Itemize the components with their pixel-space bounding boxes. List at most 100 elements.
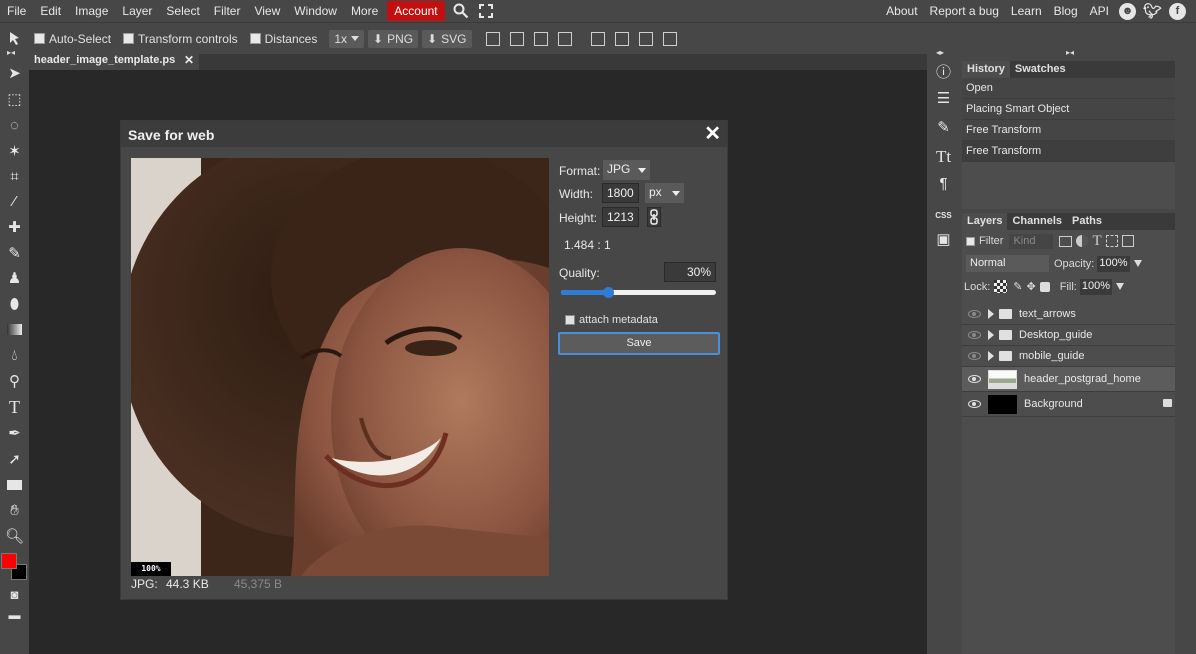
tab-paths[interactable]: Paths (1067, 213, 1107, 230)
filter-adjustment-icon[interactable] (1076, 235, 1089, 247)
align-middle-icon[interactable] (614, 31, 629, 46)
quality-input[interactable]: 30% (664, 262, 716, 282)
menu-window[interactable]: Window (287, 1, 344, 21)
layer-row-selected[interactable]: header_postgrad_home (962, 367, 1175, 392)
expand-arrow-icon[interactable] (988, 330, 994, 340)
visibility-icon[interactable] (968, 331, 981, 339)
menu-image[interactable]: Image (68, 1, 115, 21)
screen-mode-icon[interactable]: ▬ (5, 606, 24, 625)
lock-paint-icon[interactable]: ✎ (1013, 280, 1022, 293)
unit-select[interactable]: px (645, 183, 684, 203)
eyedropper-icon[interactable]: ⁄ (5, 192, 24, 211)
width-input[interactable]: 1800 (602, 183, 639, 203)
brush-tool-icon[interactable]: ✎ (5, 244, 24, 263)
menu-edit[interactable]: Edit (33, 1, 68, 21)
filter-shape-icon[interactable] (1105, 235, 1118, 247)
twitter-icon[interactable]: 🐦︎ (1143, 3, 1162, 20)
opacity-input[interactable]: 100% (1097, 255, 1130, 272)
export-png-button[interactable]: ⬇ PNG (368, 29, 419, 48)
menu-about[interactable]: About (880, 1, 923, 21)
link-dimensions-icon[interactable] (647, 207, 661, 227)
reddit-icon[interactable]: ☻ (1119, 2, 1136, 20)
marquee-tool-icon[interactable]: ⬚ (5, 90, 24, 109)
paragraph-icon[interactable]: ¶ (934, 174, 953, 193)
distribute-vertical-icon[interactable] (662, 31, 677, 46)
zoom-tool-icon[interactable]: 🔍︎ (5, 527, 24, 546)
magic-wand-icon[interactable]: ✶ (5, 142, 24, 161)
history-item[interactable]: Free Transform (962, 120, 1175, 141)
visibility-icon[interactable] (968, 375, 981, 383)
height-input[interactable]: 1213 (602, 207, 639, 227)
menu-layer[interactable]: Layer (115, 1, 159, 21)
adjustments-icon[interactable]: ☰ (934, 89, 953, 108)
history-item[interactable]: Placing Smart Object (962, 99, 1175, 120)
quality-slider-handle[interactable] (602, 287, 614, 298)
image-icon[interactable]: ▣ (934, 230, 953, 249)
menu-api[interactable]: API (1084, 1, 1115, 21)
align-left-icon[interactable] (485, 31, 500, 46)
menu-more[interactable]: More (344, 1, 385, 21)
align-right-icon[interactable] (533, 31, 548, 46)
distribute-horizontal-icon[interactable] (557, 31, 572, 46)
tab-swatches[interactable]: Swatches (1009, 61, 1071, 78)
expand-arrow-icon[interactable] (988, 351, 994, 361)
lasso-tool-icon[interactable]: ◌ (5, 116, 24, 135)
pen-tool-icon[interactable]: ✒ (5, 424, 24, 443)
eraser-tool-icon[interactable]: ⬮ (5, 295, 24, 314)
format-select[interactable]: JPG (603, 160, 650, 180)
history-item[interactable]: Open (962, 78, 1175, 99)
dodge-tool-icon[interactable]: ⚲ (5, 372, 24, 391)
menu-view[interactable]: View (247, 1, 287, 21)
blur-tool-icon[interactable]: 💧︎ (5, 346, 24, 365)
search-icon[interactable] (453, 3, 469, 19)
menu-file[interactable]: File (0, 1, 33, 21)
expand-icon[interactable]: ◂▸ (936, 48, 944, 57)
info-icon[interactable]: ⓘ (934, 63, 953, 82)
tab-channels[interactable]: Channels (1007, 213, 1067, 230)
crop-tool-icon[interactable]: ⌗ (5, 167, 24, 186)
menu-select[interactable]: Select (159, 1, 206, 21)
tab-history[interactable]: History (962, 61, 1010, 78)
account-button[interactable]: Account (387, 1, 445, 21)
menu-blog[interactable]: Blog (1048, 1, 1084, 21)
lock-position-icon[interactable]: ✥ (1027, 280, 1036, 293)
fill-input[interactable]: 100% (1079, 278, 1112, 295)
collapse-icon[interactable]: ▸◂ (7, 48, 15, 57)
menu-filter[interactable]: Filter (207, 1, 248, 21)
facebook-icon[interactable]: f (1169, 2, 1186, 20)
visibility-icon[interactable] (968, 310, 981, 318)
rectangle-tool-icon[interactable] (5, 476, 24, 495)
layer-row[interactable]: Desktop_guide (962, 325, 1175, 346)
fullscreen-icon[interactable] (478, 4, 493, 18)
css-icon[interactable]: CSS (934, 206, 953, 225)
document-tab[interactable]: header_image_template.ps ✕ (29, 51, 199, 70)
quality-slider[interactable] (561, 287, 716, 298)
blend-mode-select[interactable]: Normal (966, 255, 1049, 272)
transform-controls-checkbox[interactable]: Transform controls (123, 32, 238, 46)
fill-dropdown-icon[interactable] (1115, 283, 1124, 290)
close-icon[interactable]: ✕ (704, 123, 721, 145)
attach-metadata-checkbox[interactable]: attach metadata (565, 314, 658, 326)
export-svg-button[interactable]: ⬇ SVG (422, 29, 472, 48)
brush-settings-icon[interactable]: ✎ (934, 118, 953, 137)
layer-row[interactable]: Background (962, 392, 1175, 417)
healing-brush-icon[interactable]: ✚ (5, 218, 24, 237)
clone-stamp-icon[interactable]: ♟ (5, 269, 24, 288)
lock-transparency-icon[interactable] (994, 280, 1008, 293)
close-tab-icon[interactable]: ✕ (184, 53, 194, 67)
history-item[interactable]: Free Transform (962, 141, 1175, 162)
lock-all-icon[interactable] (1039, 281, 1050, 292)
hand-tool-icon[interactable]: ✋︎ (5, 501, 24, 520)
align-bottom-icon[interactable] (638, 31, 653, 46)
menu-report-bug[interactable]: Report a bug (924, 1, 1005, 21)
kind-select[interactable]: Kind (1009, 233, 1054, 249)
type-tool-icon[interactable]: T (5, 398, 24, 417)
zoom-select[interactable]: 1x (329, 29, 365, 48)
tab-layers[interactable]: Layers (962, 213, 1008, 230)
expand-arrow-icon[interactable] (988, 309, 994, 319)
collapse-panels-icon[interactable]: ▸◂ (1066, 48, 1074, 57)
quick-mask-icon[interactable]: ◙ (5, 585, 24, 604)
filter-checkbox[interactable]: Filter (966, 235, 1003, 247)
distances-checkbox[interactable]: Distances (249, 32, 317, 46)
auto-select-checkbox[interactable]: Auto-Select (34, 32, 111, 46)
